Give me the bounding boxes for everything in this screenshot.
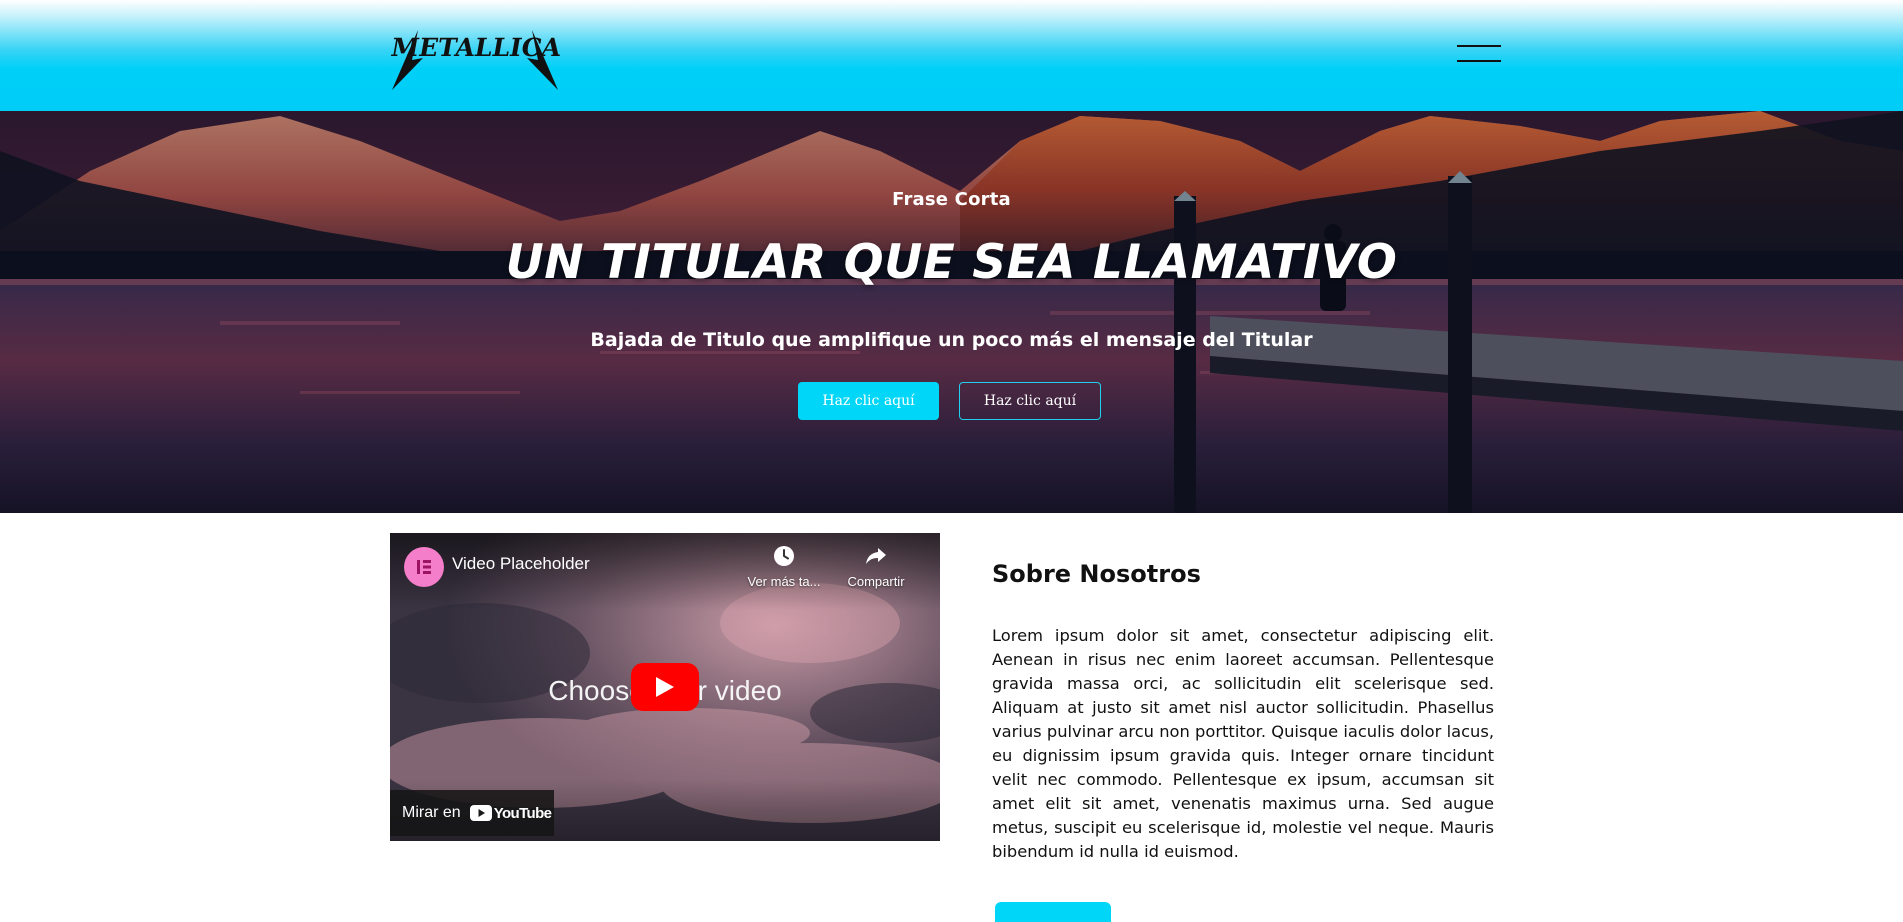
play-button[interactable] <box>631 663 699 711</box>
logo-text: METALLICA <box>390 32 560 62</box>
hero-primary-button[interactable]: Haz clic aquí <box>798 382 939 420</box>
elementor-logo-icon[interactable] <box>404 547 444 587</box>
hero-headline: UN TITULAR QUE SEA LLAMATIVO <box>505 235 1398 290</box>
metallica-logo[interactable]: METALLICA <box>389 20 564 92</box>
hero-subtitle: Bajada de Titulo que amplifique un poco … <box>590 329 1313 351</box>
share-icon <box>866 548 886 564</box>
youtube-label: YouTube <box>493 804 552 822</box>
youtube-logo: YouTube <box>469 804 552 822</box>
share-button[interactable]: Compartir <box>831 545 921 589</box>
about-body: Lorem ipsum dolor sit amet, consectetur … <box>992 626 1494 861</box>
watch-on-youtube-button[interactable]: Mirar en YouTube <box>390 790 554 836</box>
youtube-icon <box>469 805 492 821</box>
watch-on-label: Mirar en <box>402 804 461 821</box>
watch-later-label: Ver más ta... <box>747 574 821 589</box>
video-embed[interactable]: Video Placeholder Ver más ta... Comparti… <box>390 533 940 841</box>
hero-background-image <box>0 111 1903 513</box>
clock-icon <box>774 546 794 566</box>
hero-kicker: Frase Corta <box>892 189 1011 210</box>
hero-section: Frase Corta UN TITULAR QUE SEA LLAMATIVO… <box>0 111 1903 513</box>
share-label: Compartir <box>847 574 905 589</box>
hamburger-menu-icon[interactable] <box>1457 43 1501 67</box>
about-cta-button[interactable] <box>995 902 1111 922</box>
video-title[interactable]: Video Placeholder <box>452 554 590 574</box>
hero-secondary-button[interactable]: Haz clic aquí <box>959 382 1101 420</box>
play-icon <box>656 677 674 697</box>
site-header: METALLICA <box>0 0 1903 111</box>
watch-later-button[interactable]: Ver más ta... <box>739 545 829 589</box>
about-title: Sobre Nosotros <box>992 560 1201 588</box>
